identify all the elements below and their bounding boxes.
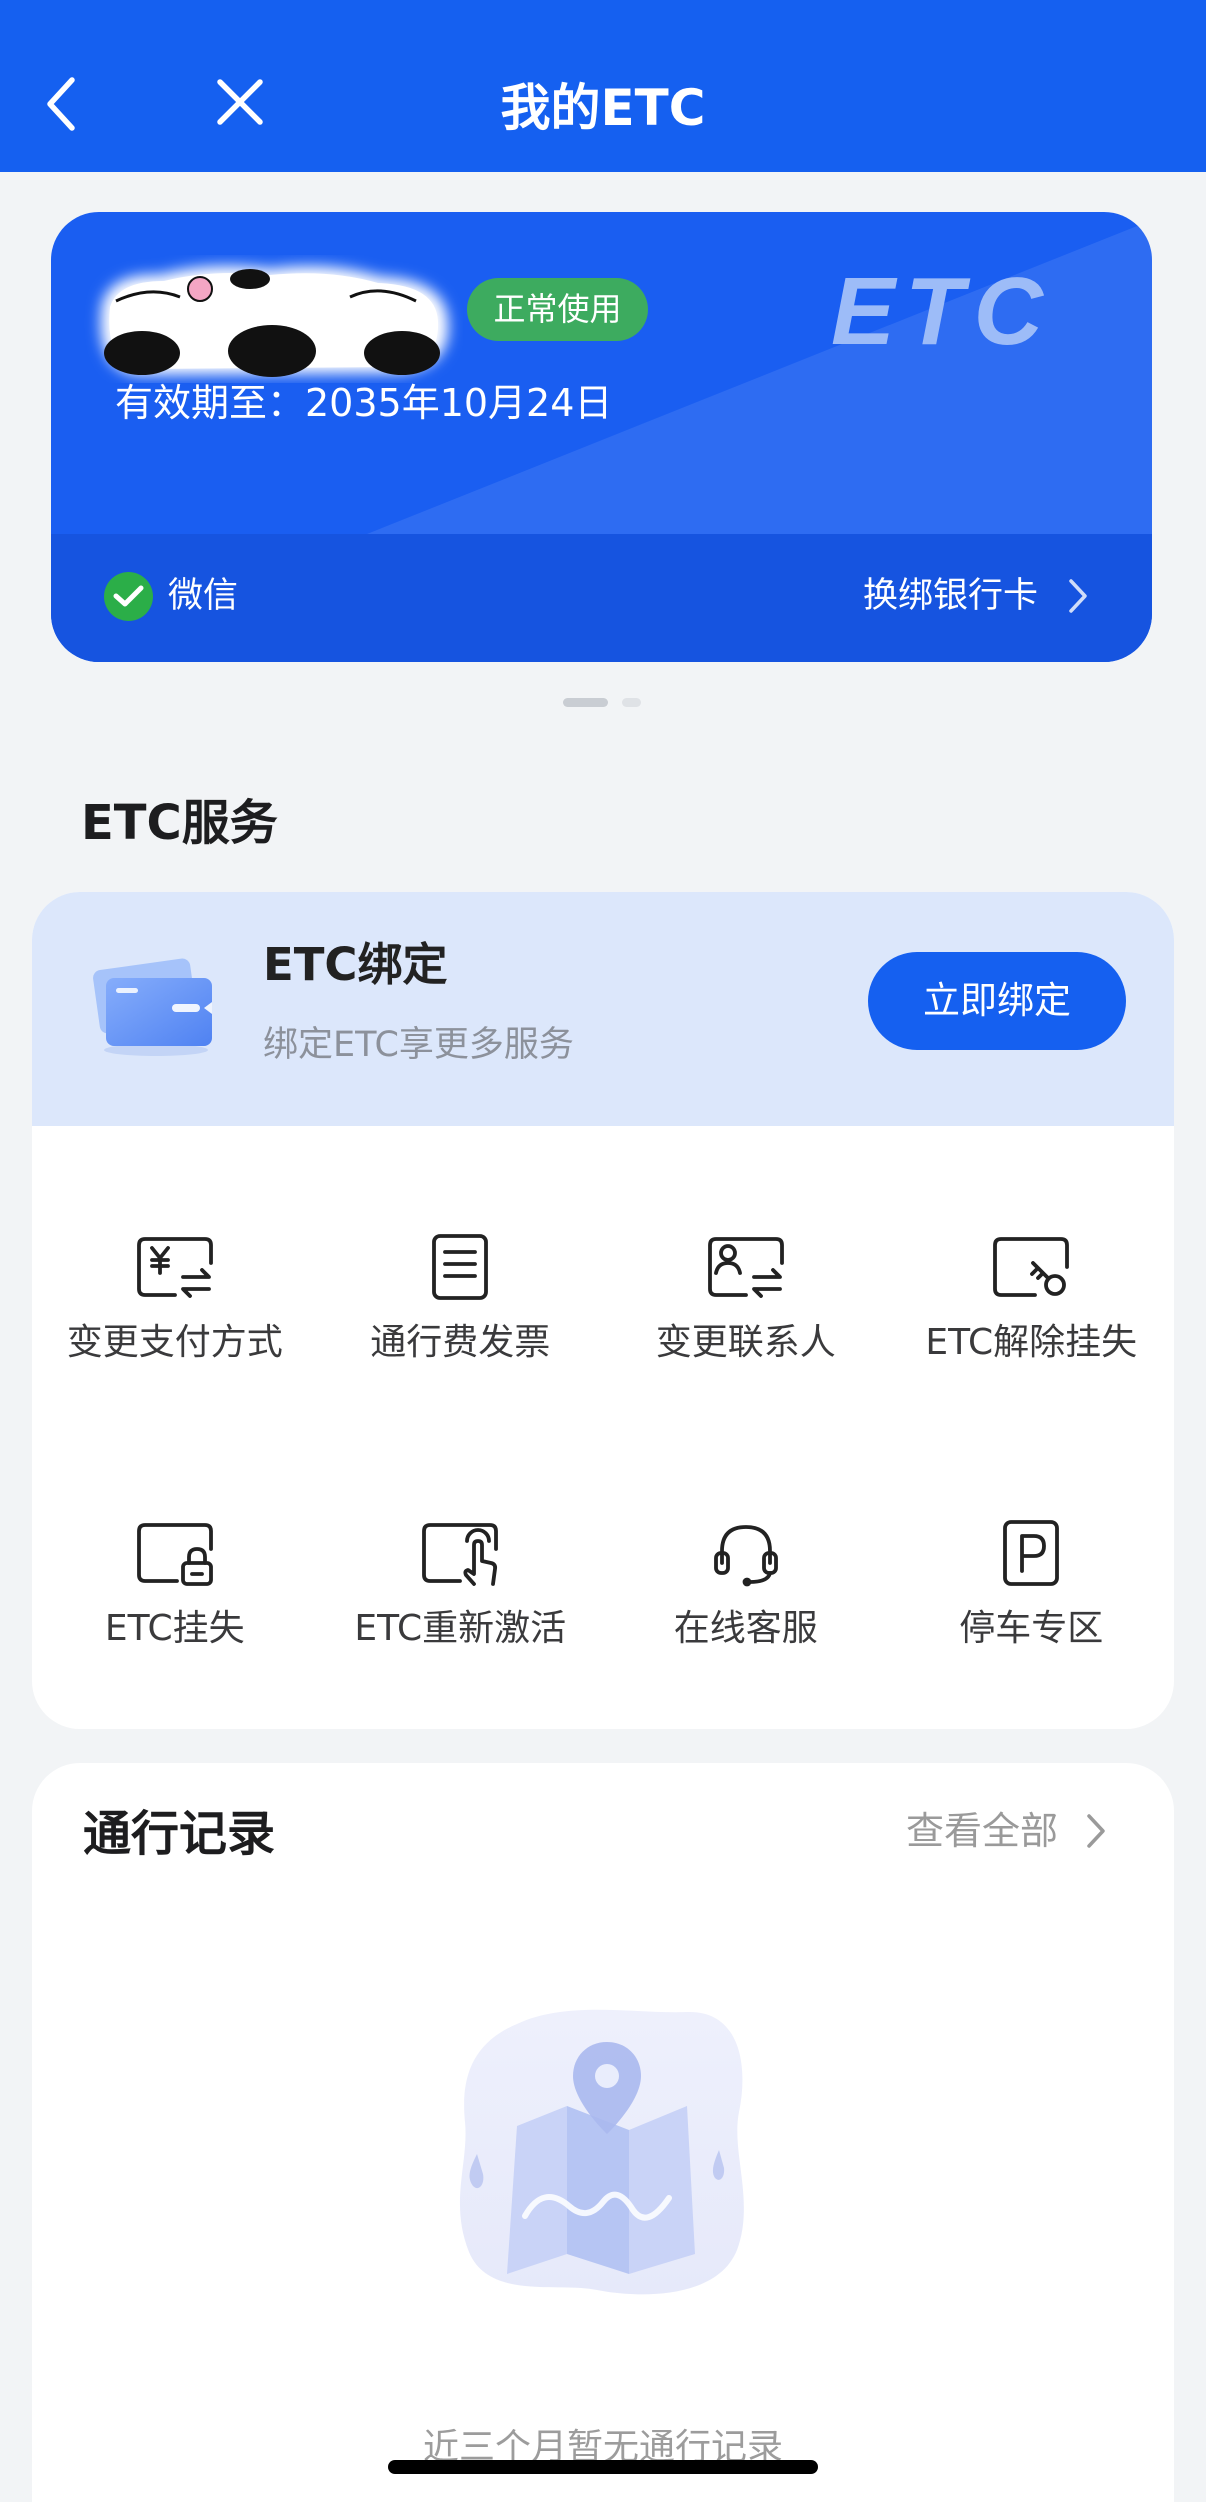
etc-card[interactable]: 正常使用 有效期至：2035年10月24日 ETC 微信 换绑银行卡: [51, 212, 1152, 662]
payment-switch-icon: [135, 1233, 215, 1301]
payment-method-label: 微信: [168, 576, 239, 616]
etc-logo: ETC: [831, 258, 1053, 365]
pass-records-card: 通行记录 查看全部 近三个月暂无通行记录: [32, 1763, 1174, 2502]
bind-now-button[interactable]: 立即绑定: [868, 952, 1126, 1050]
etc-bind-banner: ETC绑定 绑定ETC享更多服务 立即绑定: [32, 892, 1174, 1126]
etc-card-stack-icon: [88, 954, 218, 1058]
invoice-icon: [420, 1233, 500, 1301]
service-label: 在线客服: [673, 1608, 818, 1649]
close-icon[interactable]: [214, 76, 266, 128]
service-item-report-loss[interactable]: ETC挂失: [32, 1478, 318, 1729]
lock-icon: [135, 1519, 215, 1587]
carousel-dot: [622, 698, 641, 707]
chevron-right-icon: [1084, 1811, 1108, 1851]
card-footer: 微信 换绑银行卡: [51, 534, 1152, 662]
empty-map-illustration: [447, 2002, 759, 2306]
rebind-bank-card-label: 换绑银行卡: [862, 576, 1038, 616]
key-unlock-icon: [991, 1233, 1071, 1301]
service-label: ETC解除挂失: [925, 1322, 1138, 1363]
home-indicator[interactable]: [388, 2460, 818, 2474]
bind-subtitle: 绑定ETC享更多服务: [263, 1025, 574, 1065]
bind-title: ETC绑定: [263, 938, 448, 991]
rebind-bank-card-link[interactable]: 换绑银行卡: [863, 572, 1090, 620]
vehicle-avatar-image: [80, 255, 463, 383]
tap-activate-icon: [420, 1519, 500, 1587]
services-card: ETC绑定 绑定ETC享更多服务 立即绑定 变更支付方式 通行费发票 变更联系人…: [32, 892, 1174, 1729]
service-label: 停车专区: [959, 1608, 1104, 1649]
view-all-link[interactable]: 查看全部: [906, 1807, 1108, 1855]
status-badge: 正常使用: [467, 278, 648, 341]
service-item-change-contact[interactable]: 变更联系人: [603, 1192, 889, 1478]
service-item-cancel-loss-report[interactable]: ETC解除挂失: [889, 1192, 1175, 1478]
records-heading: 通行记录: [83, 1806, 276, 1862]
service-label: 变更支付方式: [66, 1322, 283, 1363]
chevron-right-icon: [1066, 576, 1090, 616]
service-grid: 变更支付方式 通行费发票 变更联系人 ETC解除挂失 ETC挂失 ETC重新激活…: [32, 1192, 1174, 1729]
service-label: ETC重新激活: [354, 1608, 567, 1649]
services-heading: ETC服务: [81, 795, 278, 851]
service-item-online-support[interactable]: 在线客服: [603, 1478, 889, 1729]
chevron-left-icon[interactable]: [42, 74, 82, 134]
view-all-label: 查看全部: [905, 1809, 1058, 1853]
service-item-change-payment[interactable]: 变更支付方式: [32, 1192, 318, 1478]
service-item-reactivate[interactable]: ETC重新激活: [318, 1478, 604, 1729]
page-title: 我的ETC: [500, 79, 706, 137]
top-nav-bar: 我的ETC: [0, 0, 1206, 172]
service-label: ETC挂失: [104, 1608, 245, 1649]
wechat-pay-icon: [104, 572, 153, 621]
service-item-parking[interactable]: 停车专区: [889, 1478, 1175, 1729]
service-item-toll-invoice[interactable]: 通行费发票: [318, 1192, 604, 1478]
parking-icon: [991, 1519, 1071, 1587]
carousel-dot-active: [563, 698, 608, 707]
service-label: 变更联系人: [655, 1322, 836, 1363]
validity-date: 有效期至：2035年10月24日: [115, 381, 613, 425]
contact-switch-icon: [706, 1233, 786, 1301]
headset-icon: [706, 1519, 786, 1587]
service-label: 通行费发票: [370, 1322, 551, 1363]
